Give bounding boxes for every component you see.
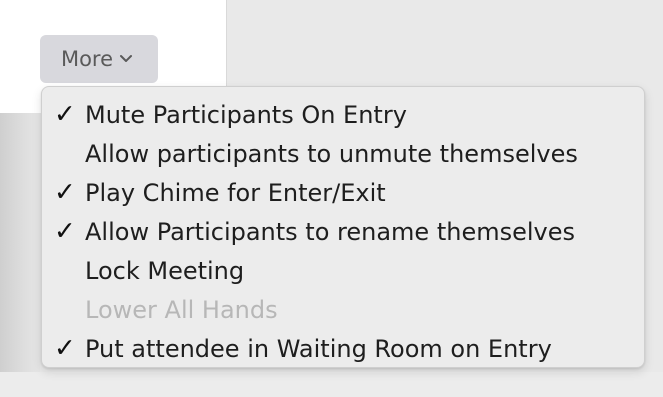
menu-item-lock-meeting[interactable]: Lock Meeting: [42, 251, 644, 290]
menu-item-allow-participants-to-unmute[interactable]: Allow participants to unmute themselves: [42, 134, 644, 173]
menu-item-label: Play Chime for Enter/Exit: [85, 178, 386, 207]
checkmark-icon: ✓: [54, 176, 76, 207]
panel-shadow: [0, 113, 40, 397]
checkmark-icon: ✓: [54, 98, 76, 129]
menu-item-label: Allow participants to unmute themselves: [85, 139, 578, 168]
menu-item-label: Put attendee in Waiting Room on Entry: [85, 334, 552, 363]
menu-item-label: Lower All Hands: [85, 295, 278, 324]
more-dropdown-menu: ✓ Mute Participants On Entry Allow parti…: [41, 86, 645, 368]
menu-item-label: Mute Participants On Entry: [85, 100, 407, 129]
menu-item-allow-participants-to-rename[interactable]: ✓ Allow Participants to rename themselve…: [42, 212, 644, 251]
menu-item-label: Lock Meeting: [85, 256, 245, 285]
panel-footer-strip: [0, 372, 663, 397]
menu-item-label: Allow Participants to rename themselves: [85, 217, 575, 246]
chevron-down-icon: [120, 55, 133, 62]
checkmark-icon: ✓: [54, 332, 76, 363]
checkmark-icon: ✓: [54, 215, 76, 246]
menu-item-mute-participants-on-entry[interactable]: ✓ Mute Participants On Entry: [42, 95, 644, 134]
menu-item-lower-all-hands: Lower All Hands: [42, 290, 644, 329]
menu-item-play-chime-for-enter-exit[interactable]: ✓ Play Chime for Enter/Exit: [42, 173, 644, 212]
more-button[interactable]: More: [40, 35, 158, 83]
menu-item-put-attendee-in-waiting-room[interactable]: ✓ Put attendee in Waiting Room on Entry: [42, 329, 644, 368]
more-button-label: More: [60, 47, 114, 71]
